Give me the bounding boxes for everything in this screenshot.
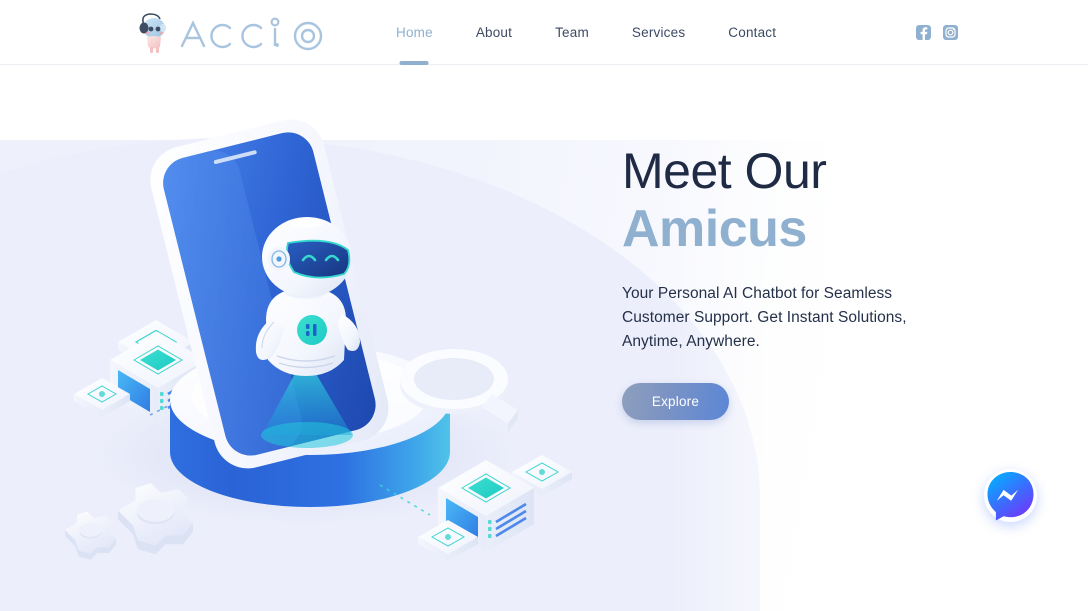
hero-illustration [65,119,572,561]
social-links [916,0,958,65]
nav-item-services[interactable]: Services [632,0,685,65]
hero-heading-line2: Amicus [622,200,807,258]
main-navigation: Home About Team Services Contact [396,0,776,65]
hero-section: Meet Our Amicus Your Personal AI Chatbot… [622,143,952,421]
hero-subtext: Your Personal AI Chatbot for Seamless Cu… [622,285,907,350]
brand-name [178,14,346,54]
nav-item-contact[interactable]: Contact [728,0,776,65]
landing-page: Home About Team Services Contact Meet Ou… [0,0,1088,611]
instagram-icon[interactable] [943,25,958,40]
messenger-chat-button[interactable] [984,469,1037,522]
facebook-icon[interactable] [916,25,931,40]
nav-item-team[interactable]: Team [555,0,589,65]
nav-item-about[interactable]: About [476,0,512,65]
site-header: Home About Team Services Contact [0,0,1088,65]
nav-item-home[interactable]: Home [396,0,433,65]
hero-heading-line1: Meet Our [622,143,827,199]
brand-logo[interactable] [136,9,346,57]
explore-button[interactable]: Explore [622,383,729,421]
robot-mascot-icon [136,11,174,55]
gears-illustration [65,483,193,560]
